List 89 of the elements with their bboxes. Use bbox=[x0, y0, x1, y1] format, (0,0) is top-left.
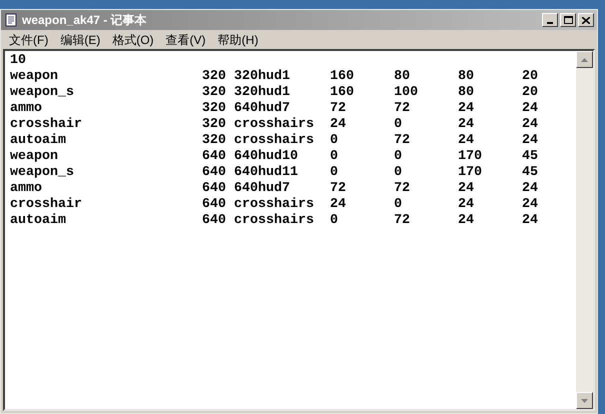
text-field: ammo bbox=[10, 181, 202, 197]
menu-item[interactable]: 帮助(H) bbox=[212, 31, 264, 49]
text-field: 0 bbox=[394, 149, 458, 165]
close-icon bbox=[582, 16, 590, 24]
text-field: 640hud10 bbox=[234, 149, 330, 165]
text-field: weapon bbox=[10, 149, 202, 165]
scroll-up-button[interactable] bbox=[576, 51, 593, 68]
text-field: weapon bbox=[10, 69, 202, 85]
text-field: 45 bbox=[522, 165, 538, 181]
text-field: 640 bbox=[202, 181, 234, 197]
text-field: 20 bbox=[522, 85, 538, 101]
text-field: 24 bbox=[330, 117, 394, 133]
text-field: 0 bbox=[394, 117, 458, 133]
text-field: 72 bbox=[330, 101, 394, 117]
close-button[interactable] bbox=[578, 13, 594, 27]
menu-item[interactable]: 编辑(E) bbox=[54, 31, 106, 49]
text-field: 320 bbox=[202, 69, 234, 85]
down-arrow-icon bbox=[581, 398, 588, 402]
text-field: ammo bbox=[10, 101, 202, 117]
maximize-button[interactable] bbox=[560, 13, 576, 27]
text-field: 24 bbox=[458, 101, 522, 117]
scrollbar[interactable] bbox=[576, 51, 593, 409]
text-line: 10 bbox=[10, 53, 26, 68]
text-field: 640 bbox=[202, 197, 234, 213]
text-field: crosshairs bbox=[234, 133, 330, 149]
text-field: 170 bbox=[458, 165, 522, 181]
text-field: 72 bbox=[394, 213, 458, 229]
text-field: 72 bbox=[394, 181, 458, 197]
text-field: 0 bbox=[330, 165, 394, 181]
text-field: 24 bbox=[458, 213, 522, 229]
text-field: 640 bbox=[202, 213, 234, 229]
text-field: 320hud1 bbox=[234, 85, 330, 101]
text-field: 320 bbox=[202, 85, 234, 101]
text-field: 24 bbox=[330, 197, 394, 213]
text-field: 24 bbox=[458, 133, 522, 149]
text-field: 72 bbox=[330, 181, 394, 197]
text-field: 640hud7 bbox=[234, 181, 330, 197]
text-field: 24 bbox=[522, 197, 538, 213]
text-field: 24 bbox=[522, 133, 538, 149]
menu-item[interactable]: 文件(F) bbox=[3, 31, 54, 49]
text-field: 24 bbox=[458, 117, 522, 133]
text-field: 80 bbox=[394, 69, 458, 85]
text-field: 80 bbox=[458, 69, 522, 85]
minimize-button[interactable] bbox=[542, 13, 558, 27]
menu-item[interactable]: 格式(O) bbox=[106, 31, 160, 49]
text-field: 0 bbox=[330, 213, 394, 229]
text-field: 24 bbox=[522, 181, 538, 197]
text-field: 0 bbox=[330, 149, 394, 165]
text-field: autoaim bbox=[10, 133, 202, 149]
text-field: 24 bbox=[522, 117, 538, 133]
text-field: 320 bbox=[202, 101, 234, 117]
text-field: 160 bbox=[330, 85, 394, 101]
text-field: 160 bbox=[330, 69, 394, 85]
text-field: 45 bbox=[522, 149, 538, 165]
text-field: 80 bbox=[458, 85, 522, 101]
text-field: 640 bbox=[202, 165, 234, 181]
text-field: crosshair bbox=[10, 197, 202, 213]
up-arrow-icon bbox=[581, 58, 588, 62]
text-field: 640hud11 bbox=[234, 165, 330, 181]
text-field: 320 bbox=[202, 117, 234, 133]
text-field: 640hud7 bbox=[234, 101, 330, 117]
text-field: 170 bbox=[458, 149, 522, 165]
text-field: 0 bbox=[394, 165, 458, 181]
text-field: 24 bbox=[458, 197, 522, 213]
text-field: crosshair bbox=[10, 117, 202, 133]
text-field: 72 bbox=[394, 101, 458, 117]
scroll-down-button[interactable] bbox=[576, 392, 593, 409]
text-field: 24 bbox=[458, 181, 522, 197]
text-field: autoaim bbox=[10, 213, 202, 229]
text-field: weapon_s bbox=[10, 85, 202, 101]
text-field: 24 bbox=[522, 101, 538, 117]
text-field: 320 bbox=[202, 133, 234, 149]
text-field: 640 bbox=[202, 149, 234, 165]
window-title: weapon_ak47 - 记事本 bbox=[22, 12, 148, 29]
text-field: crosshairs bbox=[234, 197, 330, 213]
text-field: weapon_s bbox=[10, 165, 202, 181]
text-field: 0 bbox=[330, 133, 394, 149]
text-field: 320hud1 bbox=[234, 69, 330, 85]
text-field: 0 bbox=[394, 197, 458, 213]
menu-item[interactable]: 查看(V) bbox=[160, 31, 212, 49]
text-field: crosshairs bbox=[234, 117, 330, 133]
text-field: 100 bbox=[394, 85, 458, 101]
text-field: 20 bbox=[522, 69, 538, 85]
text-field: crosshairs bbox=[234, 213, 330, 229]
minimize-icon bbox=[547, 22, 553, 24]
maximize-icon bbox=[564, 16, 572, 24]
notepad-icon bbox=[4, 13, 18, 27]
text-field: 72 bbox=[394, 133, 458, 149]
text-field: 24 bbox=[522, 213, 538, 229]
